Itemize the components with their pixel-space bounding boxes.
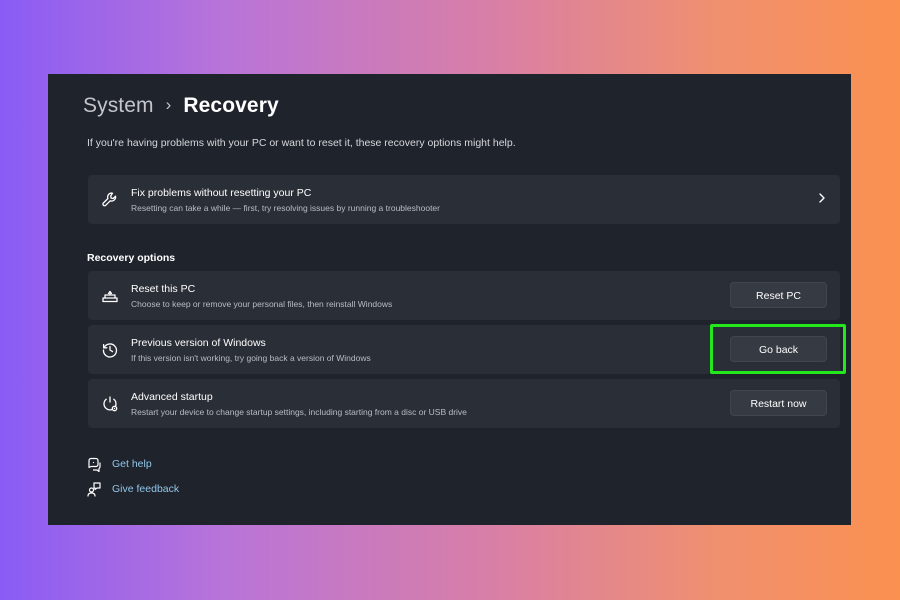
chevron-right-icon (817, 191, 827, 205)
reset-pc-icon (100, 286, 120, 306)
reset-pc-button[interactable]: Reset PC (730, 282, 827, 308)
previous-version-title: Previous version of Windows (131, 337, 266, 349)
previous-version-description: If this version isn't working, try going… (131, 353, 371, 363)
recovery-options-heading: Recovery options (87, 252, 176, 264)
advanced-startup-description: Restart your device to change startup se… (131, 407, 467, 417)
fix-problems-title: Fix problems without resetting your PC (131, 187, 312, 199)
get-help-label: Get help (112, 458, 152, 470)
reset-pc-card: Reset this PC Choose to keep or remove y… (88, 271, 840, 320)
intro-text: If you're having problems with your PC o… (87, 137, 516, 149)
breadcrumb-separator: › (165, 95, 172, 114)
get-help-link[interactable]: Get help (86, 456, 152, 472)
page-title: Recovery (183, 94, 279, 117)
breadcrumb-system[interactable]: System (83, 94, 154, 118)
advanced-startup-icon (100, 394, 120, 414)
advanced-startup-title: Advanced startup (131, 391, 213, 403)
help-chat-icon (86, 456, 102, 472)
restart-now-button[interactable]: Restart now (730, 390, 827, 416)
fix-problems-card[interactable]: Fix problems without resetting your PC R… (88, 175, 840, 224)
go-back-button[interactable]: Go back (730, 336, 827, 362)
fix-problems-description: Resetting can take a while — first, try … (131, 203, 440, 213)
reset-pc-description: Choose to keep or remove your personal f… (131, 299, 393, 309)
previous-version-card: Previous version of Windows If this vers… (88, 325, 840, 374)
feedback-icon (86, 481, 102, 497)
settings-window: System › Recovery If you're having probl… (48, 74, 851, 525)
history-icon (100, 340, 120, 360)
give-feedback-link[interactable]: Give feedback (86, 481, 179, 497)
give-feedback-label: Give feedback (112, 483, 180, 495)
reset-pc-title: Reset this PC (131, 283, 196, 295)
breadcrumb: System › Recovery (83, 94, 279, 118)
wrench-icon (100, 190, 120, 210)
advanced-startup-card: Advanced startup Restart your device to … (88, 379, 840, 428)
